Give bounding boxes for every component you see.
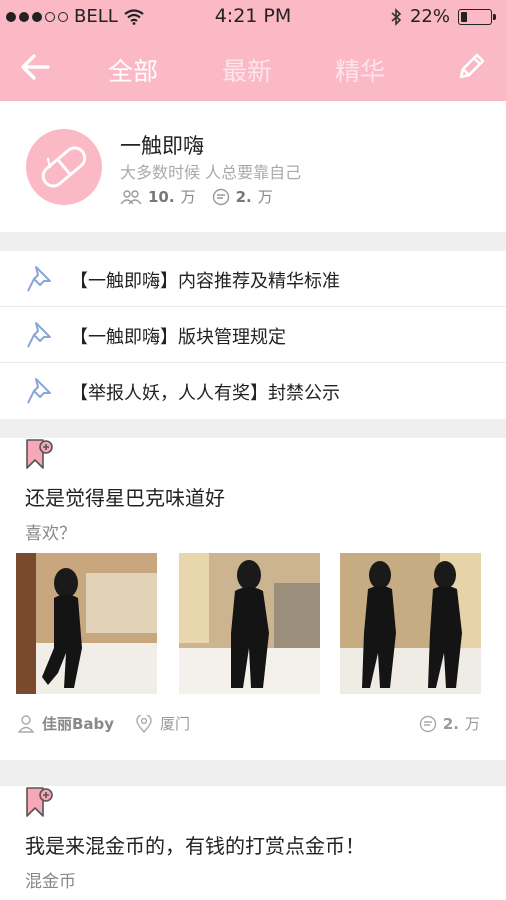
group-name: 一触即嗨 [120,134,204,158]
location-label: 厦门 [160,715,191,733]
tab-all[interactable]: 全部 [108,52,158,88]
photo-image [16,553,157,694]
capsule-icon [41,146,87,188]
pinned-item-label: 【举报人妖，人人有奖】封禁公示 [70,383,340,404]
posts-stat: 2. 万 [212,186,273,207]
pushpin-icon [27,266,51,292]
pencil-icon[interactable] [454,50,488,84]
post-meta: 佳丽Baby 厦门 2. 万 [18,713,488,735]
group-description: 大多数时候 人总要靠自己 [120,163,302,182]
posts-unit: 万 [257,188,273,206]
bookmark-add-icon [26,787,53,817]
post-excerpt: 喜欢？ [25,524,76,544]
group-avatar[interactable] [26,129,102,205]
comments-unit: 万 [464,715,480,733]
pushpin-icon [27,322,51,348]
pinned-item-label: 【一触即嗨】内容推荐及精华标准 [70,271,340,292]
post-author[interactable]: 佳丽Baby [18,713,114,734]
bookmark-add-icon [26,439,53,469]
post-location: 厦门 [136,713,190,734]
members-icon [120,189,142,204]
bluetooth-icon [391,7,402,26]
comments-count: 2. [442,714,459,733]
comment-icon [212,188,229,205]
pinned-list: 【一触即嗨】内容推荐及精华标准 【一触即嗨】版块管理规定 【举报人妖，人人有奖】… [0,251,506,419]
pinned-item-label: 【一触即嗨】版块管理规定 [70,327,286,348]
post-comments[interactable]: 2. 万 [419,713,480,734]
nav-bar: 全部 最新 精华 [0,34,506,101]
post-excerpt: 混金币 [25,872,76,892]
members-stat: 10. 万 [120,186,196,207]
members-unit: 万 [180,188,196,206]
pinned-item[interactable]: 【一触即嗨】版块管理规定 [0,307,506,363]
tab-latest[interactable]: 最新 [222,52,272,88]
back-arrow-icon[interactable] [18,50,52,84]
battery-icon [458,8,496,25]
post-title: 我是来混金币的，有钱的打赏点金币！ [25,834,365,858]
post-photo[interactable] [16,553,157,694]
group-info-card: 一触即嗨 大多数时候 人总要靠自己 10. 万 2. 万 [0,101,506,232]
post-photo[interactable] [340,553,481,694]
posts-count: 2. [235,187,252,206]
members-count: 10. [148,187,175,206]
photo-grid [16,553,490,694]
app-header: BELL 4:21 PM 22% 全部 最新 精华 [0,0,506,101]
tab-featured[interactable]: 精华 [335,52,385,88]
battery-level [461,11,468,22]
photo-image [179,553,320,694]
pinned-item[interactable]: 【举报人妖，人人有奖】封禁公示 [0,363,506,419]
pinned-item[interactable]: 【一触即嗨】内容推荐及精华标准 [0,251,506,307]
location-pin-icon [136,714,152,733]
post-card[interactable]: 我是来混金币的，有钱的打赏点金币！ 混金币 [0,786,506,900]
pushpin-icon [27,378,51,404]
status-bar: BELL 4:21 PM 22% [0,0,506,34]
user-icon [18,714,34,733]
status-right: 22% [390,6,496,27]
battery-percent: 22% [409,6,450,27]
post-card[interactable]: 还是觉得星巴克味道好 喜欢？ 佳丽Baby 厦门 2. 万 [0,438,506,760]
group-stats: 10. 万 2. 万 [120,186,273,207]
photo-image [340,553,481,694]
post-title: 还是觉得星巴克味道好 [25,486,225,510]
post-photo[interactable] [179,553,320,694]
battery-cap [493,13,496,20]
author-name: 佳丽Baby [42,715,115,733]
comment-icon [419,715,437,732]
